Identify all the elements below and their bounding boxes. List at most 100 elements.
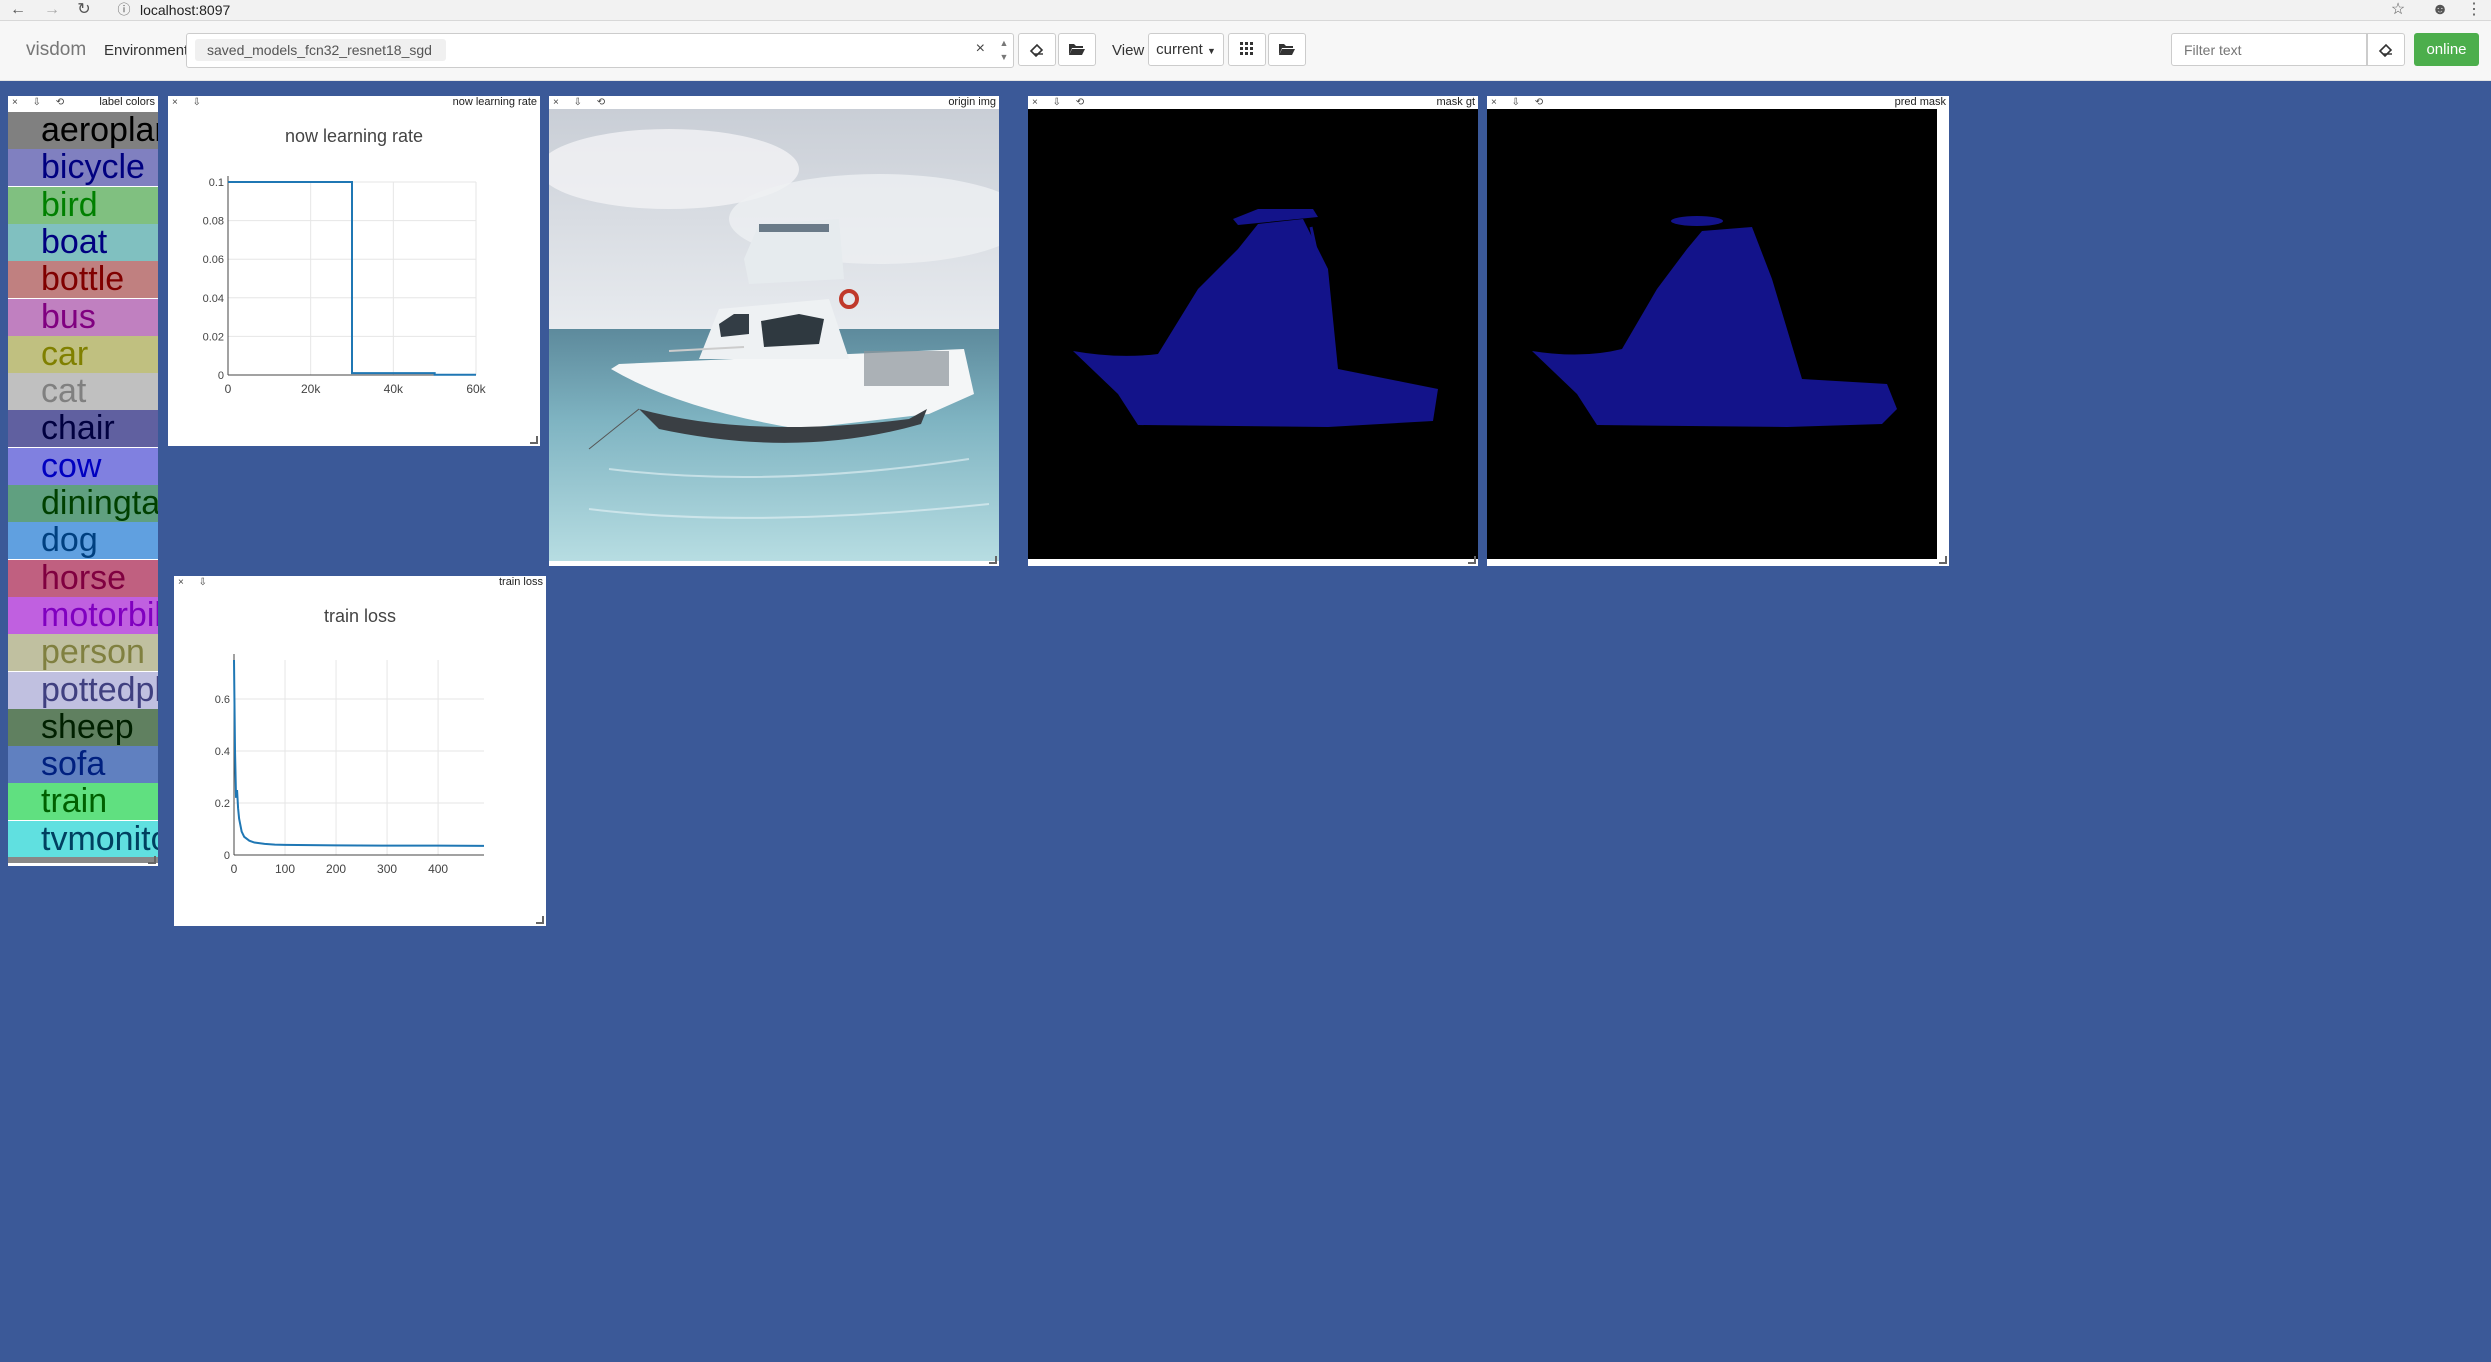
grid-icon bbox=[1240, 42, 1253, 55]
x-tick-label: 0 bbox=[231, 862, 238, 876]
y-tick-label: 0.08 bbox=[203, 216, 224, 228]
y-tick-label: 0.1 bbox=[209, 177, 224, 189]
label-color-item: sheep bbox=[8, 708, 158, 746]
view-dropdown[interactable]: current ▼ bbox=[1148, 33, 1224, 66]
filter-input[interactable] bbox=[2171, 33, 2367, 66]
eraser-icon bbox=[2378, 43, 2393, 58]
star-icon[interactable]: ☆ bbox=[2388, 0, 2408, 20]
label-color-item: dog bbox=[8, 522, 158, 560]
info-icon[interactable]: ⓘ bbox=[114, 0, 134, 20]
view-dropdown-value: current bbox=[1156, 41, 1203, 58]
label-color-item: bus bbox=[8, 298, 158, 336]
label-colors-list: aeroplanebicyclebirdboatbottlebuscarcatc… bbox=[8, 112, 158, 862]
pane-header: × ⇩ ⟲ mask gt bbox=[1028, 96, 1478, 109]
clear-icon[interactable]: × bbox=[976, 40, 985, 58]
label-color-item: cat bbox=[8, 373, 158, 411]
pane-controls[interactable]: × ⇩ ⟲ bbox=[1032, 96, 1090, 109]
resize-handle[interactable] bbox=[536, 916, 544, 924]
pane-title: origin img bbox=[948, 96, 996, 108]
reload-icon[interactable]: ↻ bbox=[74, 0, 94, 20]
y-tick-label: 0.04 bbox=[203, 293, 224, 305]
folder-open-icon bbox=[1069, 44, 1085, 55]
clear-filter-button[interactable] bbox=[2367, 33, 2405, 66]
series-line bbox=[228, 181, 476, 376]
environment-select[interactable]: saved_models_fcn32_resnet18_sgd × ▲ ▼ bbox=[186, 33, 1014, 68]
x-tick-label: 200 bbox=[326, 862, 346, 876]
pane-title: label colors bbox=[99, 96, 155, 108]
label-color-item: tvmonitor bbox=[8, 820, 158, 858]
brand[interactable]: visdom bbox=[26, 39, 86, 61]
pane-header: × ⇩ ⟲ origin img bbox=[549, 96, 999, 109]
label-color-item: boat bbox=[8, 223, 158, 261]
resize-handle[interactable] bbox=[530, 436, 538, 444]
label-color-item: sofa bbox=[8, 746, 158, 784]
pred-mask-image bbox=[1487, 109, 1937, 559]
label-color-item: train bbox=[8, 783, 158, 821]
resize-handle[interactable] bbox=[989, 556, 997, 564]
visdom-toolbar: visdom Environment saved_models_fcn32_re… bbox=[0, 21, 2491, 81]
y-tick-label: 0.02 bbox=[203, 331, 224, 343]
pane-header: × ⇩ ⟲ pred mask bbox=[1487, 96, 1949, 109]
environment-label: Environment bbox=[104, 42, 189, 59]
environment-chip[interactable]: saved_models_fcn32_resnet18_sgd bbox=[195, 39, 446, 61]
y-tick-label: 0.4 bbox=[215, 746, 230, 758]
pane-controls[interactable]: × ⇩ ⟲ bbox=[1491, 96, 1549, 109]
label-color-item: chair bbox=[8, 410, 158, 448]
caret-down-icon: ▼ bbox=[1206, 46, 1216, 56]
label-color-item: bicycle bbox=[8, 149, 158, 187]
label-color-item: bottle bbox=[8, 261, 158, 299]
mask-gt-pane[interactable]: × ⇩ ⟲ mask gt bbox=[1028, 96, 1478, 566]
label-color-item: pottedplant bbox=[8, 671, 158, 709]
train-loss-pane[interactable]: × ⇩ train loss train loss 0 100 200 300 400 0… bbox=[174, 576, 546, 926]
series-line bbox=[233, 659, 485, 847]
pred-mask-pane[interactable]: × ⇩ ⟲ pred mask bbox=[1487, 96, 1949, 566]
label-color-item: person bbox=[8, 634, 158, 672]
learning-rate-chart[interactable]: 0 20k 40k 60k 0 0.02 0.04 0.06 0.08 0.1 bbox=[168, 96, 540, 446]
mask-gt-image bbox=[1028, 109, 1478, 559]
clear-env-button[interactable] bbox=[1018, 33, 1056, 66]
resize-handle[interactable] bbox=[1468, 556, 1476, 564]
pane-controls[interactable]: × ⇩ ⟲ bbox=[553, 96, 611, 109]
x-tick-label: 40k bbox=[384, 382, 404, 396]
x-tick-label: 20k bbox=[301, 382, 321, 396]
resize-handle[interactable] bbox=[148, 856, 156, 864]
y-tick-label: 0.06 bbox=[203, 254, 224, 266]
repack-view-button[interactable] bbox=[1228, 33, 1266, 66]
x-tick-label: 60k bbox=[466, 382, 486, 396]
label-color-item: horse bbox=[8, 559, 158, 597]
pane-header: × ⇩ ⟲ label colors bbox=[8, 96, 158, 109]
pane-controls[interactable]: × ⇩ ⟲ bbox=[12, 96, 70, 109]
open-view-button[interactable] bbox=[1268, 33, 1306, 66]
address-bar[interactable]: localhost:8097 bbox=[140, 0, 230, 20]
scrollbar[interactable] bbox=[8, 857, 158, 863]
forward-arrow-icon[interactable]: → bbox=[42, 0, 62, 20]
label-color-item: aeroplane bbox=[8, 112, 158, 149]
label-color-item: cow bbox=[8, 447, 158, 485]
x-tick-label: 0 bbox=[225, 382, 232, 396]
menu-icon[interactable]: ⋮ bbox=[2464, 0, 2484, 20]
x-tick-label: 400 bbox=[428, 862, 448, 876]
label-color-item: bird bbox=[8, 186, 158, 224]
pane-title: pred mask bbox=[1894, 96, 1946, 108]
origin-img-pane[interactable]: × ⇩ ⟲ origin img bbox=[549, 96, 999, 566]
label-colors-pane[interactable]: × ⇩ ⟲ label colors aeroplanebicyclebirdb… bbox=[8, 96, 158, 866]
label-color-item: motorbike bbox=[8, 596, 158, 634]
y-tick-label: 0.2 bbox=[215, 798, 230, 810]
spinner-arrows-icon[interactable]: ▲ ▼ bbox=[997, 36, 1011, 64]
account-icon[interactable]: ☻ bbox=[2430, 0, 2450, 20]
resize-handle[interactable] bbox=[1939, 556, 1947, 564]
open-env-button[interactable] bbox=[1058, 33, 1096, 66]
connection-status: online bbox=[2414, 33, 2479, 66]
y-tick-label: 0 bbox=[224, 850, 230, 862]
x-tick-label: 300 bbox=[377, 862, 397, 876]
back-arrow-icon[interactable]: ← bbox=[8, 0, 28, 20]
label-color-item: car bbox=[8, 335, 158, 373]
label-color-item: diningtable bbox=[8, 485, 158, 522]
pane-title: mask gt bbox=[1436, 96, 1475, 108]
learning-rate-pane[interactable]: × ⇩ now learning rate now learning rate … bbox=[168, 96, 540, 446]
boat-photo bbox=[549, 109, 999, 561]
train-loss-chart[interactable]: 0 100 200 300 400 0 0.2 0.4 0.6 bbox=[174, 576, 546, 926]
y-tick-label: 0.6 bbox=[215, 694, 230, 706]
folder-open-icon bbox=[1279, 44, 1295, 55]
x-tick-label: 100 bbox=[275, 862, 295, 876]
